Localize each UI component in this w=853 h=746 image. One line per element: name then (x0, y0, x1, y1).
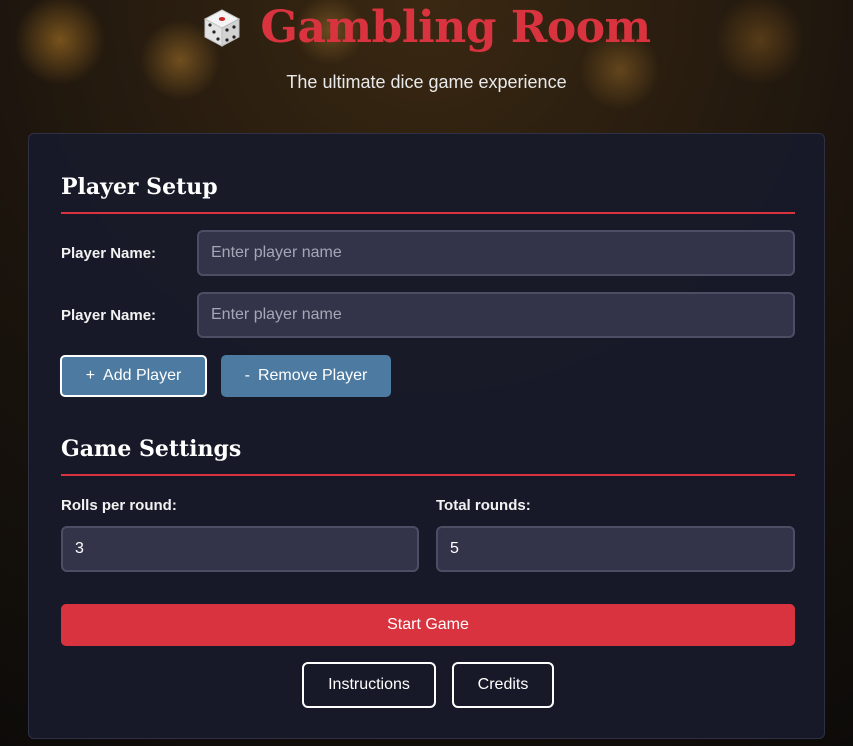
game-setup-panel: Player Setup Player Name: Player Name: +… (28, 133, 825, 739)
plus-icon: + (85, 367, 96, 384)
total-rounds-input[interactable] (436, 526, 795, 572)
player-setup-divider (61, 212, 795, 214)
add-player-label: Add Player (103, 367, 182, 384)
rolls-per-round-input[interactable] (61, 526, 419, 572)
credits-button[interactable]: Credits (452, 662, 554, 708)
add-player-button[interactable]: + Add Player (60, 355, 207, 397)
player-name-label-1: Player Name: (61, 245, 157, 262)
remove-player-button[interactable]: - Remove Player (221, 355, 391, 397)
game-settings-heading: Game Settings (61, 436, 242, 462)
player-setup-heading: Player Setup (61, 174, 218, 200)
player-name-input-2[interactable] (197, 292, 795, 338)
minus-icon: - (244, 367, 250, 384)
player-name-label-2: Player Name: (61, 307, 157, 324)
page-subtitle: The ultimate dice game experience (286, 72, 567, 92)
page-title: Gambling Room (260, 2, 651, 53)
game-settings-divider (61, 474, 795, 476)
rolls-per-round-label: Rolls per round: (61, 497, 177, 514)
instructions-button[interactable]: Instructions (302, 662, 436, 708)
total-rounds-label: Total rounds: (436, 497, 531, 514)
player-name-input-1[interactable] (197, 230, 795, 276)
die-icon (204, 9, 241, 47)
remove-player-label: Remove Player (257, 367, 368, 384)
title-row: Gambling Room (0, 0, 853, 56)
start-game-button[interactable]: Start Game (61, 604, 795, 646)
